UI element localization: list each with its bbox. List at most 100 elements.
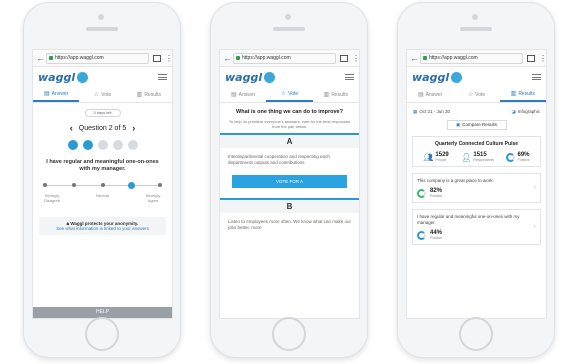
url-field[interactable]: https://app.waggl.com xyxy=(420,52,523,64)
stat-people: 👥︎ 1529 People xyxy=(423,152,449,162)
question-text: I have regular and meaningful one-on-one… xyxy=(46,159,159,172)
progress-dot[interactable] xyxy=(97,140,108,150)
infographic-icon: ◪ xyxy=(511,109,516,114)
tab-answer[interactable]: ▤ Answer xyxy=(220,87,266,102)
option-b-label: B xyxy=(220,198,359,213)
hamburger-menu-icon[interactable] xyxy=(345,74,354,80)
answer-icon: ▤ xyxy=(417,92,424,98)
option-a-text: Interdepartmental cooperation and respec… xyxy=(228,154,330,165)
scale-point-selected[interactable] xyxy=(127,181,135,189)
scale-point[interactable] xyxy=(100,183,105,187)
app-header: waggl xyxy=(220,67,359,87)
scale-point[interactable] xyxy=(43,183,47,187)
scale-label-high: Strongly Agree xyxy=(145,193,161,203)
option-a-label: A xyxy=(220,133,359,148)
chevron-right-icon[interactable]: › xyxy=(132,123,135,133)
progress-dot[interactable] xyxy=(82,140,93,150)
pulse-summary-card: Quarterly Connected Culture Pulse 👥︎ 152… xyxy=(412,136,541,167)
compare-results-button[interactable]: ▣ Compare Results xyxy=(446,120,507,130)
tabs-icon[interactable] xyxy=(340,54,348,62)
lock-icon xyxy=(49,56,53,60)
back-arrow-icon[interactable]: ← xyxy=(410,53,420,63)
question-result-card[interactable]: This company is a great place to work. 8… xyxy=(412,173,541,203)
logo-badge-icon xyxy=(77,71,89,83)
tab-vote[interactable]: ☆ Vote xyxy=(79,87,125,102)
home-button xyxy=(272,317,306,351)
anonymity-link[interactable]: See what information is linked to your a… xyxy=(39,226,166,231)
tab-results[interactable]: ▥ Results xyxy=(313,87,359,102)
phone-vote: ← https://app.waggl.com ⋮ waggl ▤ Answer … xyxy=(210,2,368,358)
speaker xyxy=(86,27,118,31)
kebab-menu-icon[interactable]: ⋮ xyxy=(539,54,546,63)
days-left-badge: 3 days left xyxy=(84,109,121,117)
tab-results[interactable]: ▥ Results xyxy=(499,87,546,102)
tab-answer[interactable]: ▤ Answer xyxy=(407,87,453,102)
tabs-icon[interactable] xyxy=(527,54,535,62)
nav-tabs: ▤ Answer ☆ Vote ▥ Results xyxy=(220,87,359,103)
logo-badge-icon xyxy=(264,71,276,83)
people-icon: 👥︎ xyxy=(423,152,434,162)
camera xyxy=(285,14,291,20)
card-question: I have regular and meaningful one-on-one… xyxy=(417,214,520,225)
date-range-selector[interactable]: ▦ Oct 21 - Jun 30 xyxy=(413,109,450,115)
pulse-title: Quarterly Connected Culture Pulse xyxy=(434,141,519,147)
waggl-logo[interactable]: waggl xyxy=(225,71,276,84)
question-navigator: ‹ Question 2 of 5 › xyxy=(33,123,172,133)
back-arrow-icon[interactable]: ← xyxy=(36,53,46,63)
waggl-logo[interactable]: waggl xyxy=(412,71,463,84)
card-question: This company is a great place to work. xyxy=(417,178,494,183)
home-button xyxy=(85,317,119,351)
star-icon: ☆ xyxy=(280,91,287,97)
progress-dots xyxy=(33,140,172,150)
infographic-link[interactable]: ◪ Infographic xyxy=(511,109,540,115)
kebab-menu-icon[interactable]: ⋮ xyxy=(352,54,359,63)
vote-question: What is one thing we can do to improve? xyxy=(236,109,343,115)
scale-labels: Strongly Disagree Neutral Strongly Agree xyxy=(41,193,164,203)
scale-label-mid: Neutral xyxy=(96,193,109,198)
positive-ring-icon xyxy=(417,230,426,240)
vote-for-a-button[interactable]: VOTE FOR A xyxy=(232,175,347,188)
rating-scale xyxy=(43,181,162,189)
screen-answer: ← https://app.waggl.com ⋮ waggl ▤ Answer … xyxy=(32,49,173,319)
chevron-left-icon[interactable]: ‹ xyxy=(70,123,73,133)
tab-vote[interactable]: ☆ Vote xyxy=(266,87,313,102)
scale-point[interactable] xyxy=(158,183,162,187)
question-counter: Question 2 of 5 xyxy=(78,124,127,132)
browser-bar: ← https://app.waggl.com ⋮ xyxy=(33,50,172,67)
lock-icon xyxy=(423,56,427,60)
browser-bar: ← https://app.waggl.com ⋮ xyxy=(220,50,359,67)
tab-vote[interactable]: ☆ Vote xyxy=(453,87,499,102)
kebab-menu-icon[interactable]: ⋮ xyxy=(165,54,172,63)
waggl-logo[interactable]: waggl xyxy=(38,71,89,84)
stat-respondents: 👤︎ 1515 Respondents xyxy=(461,152,495,162)
camera xyxy=(472,14,478,20)
compare-icon: ▣ xyxy=(455,122,461,127)
progress-dot[interactable] xyxy=(127,140,138,150)
progress-dot[interactable] xyxy=(112,140,123,150)
app-header: waggl xyxy=(33,67,172,87)
hamburger-menu-icon[interactable] xyxy=(158,74,167,80)
lock-icon xyxy=(236,56,240,60)
browser-bar: ← https://app.waggl.com ⋮ xyxy=(407,50,546,67)
screen-vote: ← https://app.waggl.com ⋮ waggl ▤ Answer … xyxy=(219,49,360,319)
scale-point[interactable] xyxy=(71,183,76,187)
tab-results[interactable]: ▥ Results xyxy=(126,87,172,102)
bar-chart-icon: ▥ xyxy=(510,91,517,97)
app-header: waggl xyxy=(407,67,546,87)
vote-instructions: To help us prioritize everyone's answers… xyxy=(228,119,351,129)
bar-chart-icon: ▥ xyxy=(323,92,330,98)
url-field[interactable]: https://app.waggl.com xyxy=(46,52,149,64)
question-result-card[interactable]: I have regular and meaningful one-on-one… xyxy=(412,209,541,245)
tabs-icon[interactable] xyxy=(153,54,161,62)
screen-results: ← https://app.waggl.com ⋮ waggl ▤ Answer … xyxy=(406,49,547,319)
back-arrow-icon[interactable]: ← xyxy=(223,53,233,63)
progress-dot[interactable] xyxy=(67,140,78,150)
tab-answer[interactable]: ▤ Answer xyxy=(33,87,80,102)
person-icon: 👤︎ xyxy=(461,152,472,162)
url-field[interactable]: https://app.waggl.com xyxy=(233,52,336,64)
speaker xyxy=(273,27,305,31)
hamburger-menu-icon[interactable] xyxy=(532,74,541,80)
nav-tabs: ▤ Answer ☆ Vote ▥ Results xyxy=(407,87,546,103)
chevron-right-icon: › xyxy=(533,223,536,230)
chevron-right-icon: › xyxy=(533,184,536,191)
